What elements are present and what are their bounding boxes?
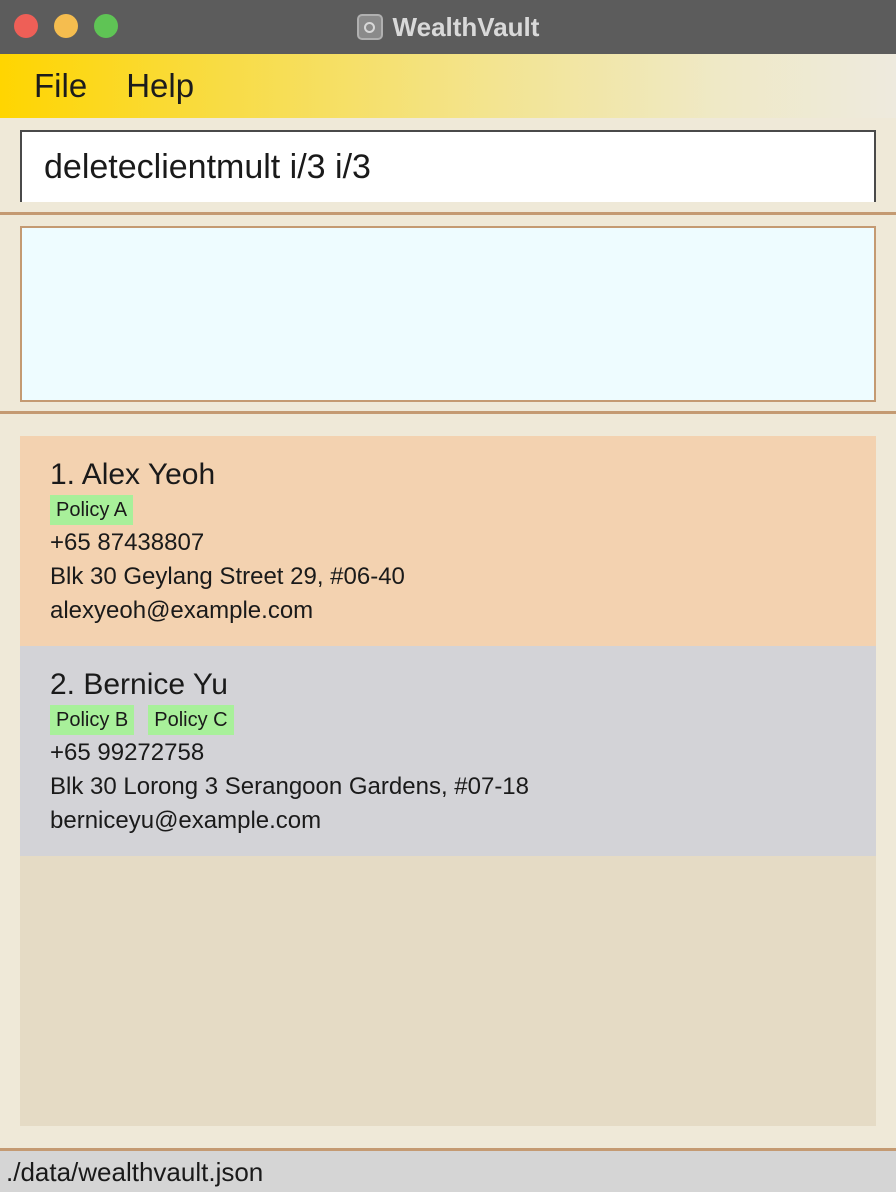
close-window-button[interactable] [14,14,38,38]
command-input[interactable] [20,130,876,202]
status-bar: ./data/wealthvault.json [0,1148,896,1192]
client-name: 2. Bernice Yu [50,668,228,701]
menu-bar: File Help [0,54,896,118]
window-title: WealthVault [392,11,540,42]
client-address: Blk 30 Geylang Street 29, #06-40 [50,563,405,590]
client-phone: +65 87438807 [50,529,205,556]
menu-file[interactable]: File [34,67,87,105]
client-address: Blk 30 Lorong 3 Serangoon Gardens, #07-1… [50,773,530,800]
vault-icon [356,14,383,40]
window-title-group: WealthVault [356,11,540,43]
client-tags: Policy A [50,494,846,526]
client-phone: +65 99272758 [50,739,205,766]
client-list[interactable]: 1. Alex Yeoh Policy A +65 87438807 Blk 3… [20,436,876,1126]
title-bar: WealthVault [0,0,896,54]
policy-tag: Policy B [50,705,135,735]
client-email: alexyeoh@example.com [50,597,314,624]
maximize-window-button[interactable] [94,14,118,38]
result-display[interactable] [20,226,876,402]
command-box [0,118,896,214]
minimize-window-button[interactable] [54,14,78,38]
client-card[interactable]: 1. Alex Yeoh Policy A +65 87438807 Blk 3… [20,436,876,646]
divider-top [0,212,896,215]
policy-tag: Policy C [148,705,234,735]
client-name: 1. Alex Yeoh [50,458,216,491]
save-location: ./data/wealthvault.json [6,1157,264,1187]
menu-help[interactable]: Help [126,67,194,105]
divider-middle [0,411,896,414]
client-email: berniceyu@example.com [50,807,322,834]
client-card[interactable]: 2. Bernice Yu Policy B Policy C +65 9927… [20,646,876,856]
policy-tag: Policy A [50,495,134,525]
client-tags: Policy B Policy C [50,704,846,736]
